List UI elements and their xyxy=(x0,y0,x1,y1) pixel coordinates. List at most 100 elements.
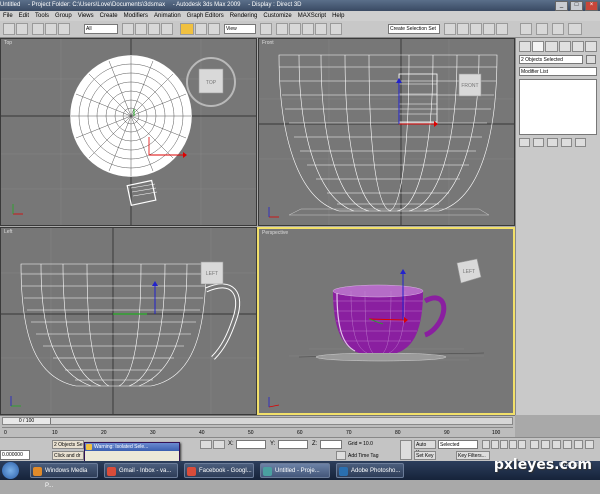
key-mode-select[interactable]: Selected xyxy=(438,440,478,449)
schematic-view-icon[interactable] xyxy=(496,23,508,35)
viewcube-label[interactable]: FRONT xyxy=(461,83,478,89)
lock-selection-icon[interactable] xyxy=(200,440,212,449)
reference-coordinate-select[interactable]: View xyxy=(224,24,256,34)
pan-icon[interactable] xyxy=(574,440,583,449)
mirror-icon[interactable] xyxy=(444,23,456,35)
menu-group[interactable]: Group xyxy=(52,13,75,19)
set-key-button[interactable]: Set Key xyxy=(414,451,436,460)
menu-modifiers[interactable]: Modifiers xyxy=(121,13,151,19)
key-filters-button[interactable]: Key Filters... xyxy=(456,451,490,460)
make-unique-icon[interactable] xyxy=(547,138,558,147)
object-color-swatch[interactable] xyxy=(586,55,596,64)
maxscript-listener-field[interactable]: 0.000000 Ed xyxy=(0,450,30,467)
auto-key-button[interactable]: Auto Key xyxy=(414,440,436,456)
redo-icon[interactable] xyxy=(16,23,28,35)
track-bar[interactable]: 0 10 20 30 40 50 60 70 80 90 100 xyxy=(2,427,513,437)
percent-snap-icon[interactable] xyxy=(302,23,314,35)
spinner-snap-icon[interactable] xyxy=(315,23,327,35)
add-time-tag-button[interactable]: Add Time Tag xyxy=(348,453,378,459)
zoom-all-icon[interactable] xyxy=(541,440,550,449)
key-icon[interactable] xyxy=(400,440,412,460)
z-coordinate-field[interactable] xyxy=(320,440,342,449)
menu-edit[interactable]: Edit xyxy=(16,13,32,19)
menu-animation[interactable]: Animation xyxy=(151,13,184,19)
utilities-tab-icon[interactable] xyxy=(584,41,598,52)
taskbar-item[interactable]: Gmail - Inbox - va... xyxy=(104,463,178,478)
close-button[interactable]: × xyxy=(585,1,598,11)
select-object-icon[interactable] xyxy=(122,23,134,35)
window-crossing-icon[interactable] xyxy=(161,23,173,35)
go-to-end-icon[interactable] xyxy=(518,440,526,449)
viewcube-label[interactable]: TOP xyxy=(206,80,217,86)
remove-modifier-icon[interactable] xyxy=(561,138,572,147)
zoom-extents-icon[interactable] xyxy=(552,440,561,449)
scale-icon[interactable] xyxy=(208,23,220,35)
viewcube-label[interactable]: LEFT xyxy=(463,269,475,275)
x-coordinate-field[interactable] xyxy=(236,440,266,449)
edit-named-selections-icon[interactable] xyxy=(330,23,342,35)
configure-modifier-sets-icon[interactable] xyxy=(575,138,586,147)
named-selection-set-select[interactable]: Create Selection Set xyxy=(388,24,440,34)
menu-customize[interactable]: Customize xyxy=(260,13,294,19)
menu-create[interactable]: Create xyxy=(97,13,121,19)
menu-file[interactable]: File xyxy=(0,13,16,19)
render-setup-icon[interactable] xyxy=(536,23,548,35)
field-of-view-icon[interactable] xyxy=(563,440,572,449)
zoom-icon[interactable] xyxy=(530,440,539,449)
minimize-button[interactable]: _ xyxy=(555,1,568,11)
show-end-result-icon[interactable] xyxy=(533,138,544,147)
object-name-field[interactable]: 2 Objects Selected xyxy=(519,55,583,64)
viewcube-label[interactable]: LEFT xyxy=(206,271,218,277)
menu-maxscript[interactable]: MAXScript xyxy=(295,13,329,19)
viewport-front[interactable]: Front FRONT xyxy=(258,38,515,226)
hierarchy-tab-icon[interactable] xyxy=(545,41,558,52)
undo-icon[interactable] xyxy=(3,23,15,35)
menu-tools[interactable]: Tools xyxy=(32,13,52,19)
pivot-icon[interactable] xyxy=(260,23,272,35)
time-tag-icon[interactable] xyxy=(336,451,346,460)
start-button-icon[interactable] xyxy=(2,462,19,479)
align-icon[interactable] xyxy=(457,23,469,35)
angle-snap-icon[interactable] xyxy=(289,23,301,35)
unlink-icon[interactable] xyxy=(45,23,57,35)
time-slider-track[interactable]: 0 / 100 xyxy=(2,417,513,425)
orbit-icon[interactable] xyxy=(585,440,594,449)
absolute-mode-icon[interactable] xyxy=(213,440,225,449)
curve-editor-icon[interactable] xyxy=(483,23,495,35)
maximize-button[interactable]: □ xyxy=(570,1,583,11)
taskbar-item[interactable]: Untitled - Proje... xyxy=(260,463,330,478)
motion-tab-icon[interactable] xyxy=(558,41,571,52)
display-tab-icon[interactable] xyxy=(571,41,584,52)
menu-views[interactable]: Views xyxy=(75,13,97,19)
move-icon[interactable] xyxy=(180,23,194,35)
rendered-frame-window-icon[interactable] xyxy=(552,23,564,35)
modify-tab-icon[interactable] xyxy=(532,41,545,52)
link-icon[interactable] xyxy=(32,23,44,35)
viewport-left[interactable]: Left LEFT xyxy=(0,227,257,415)
create-tab-icon[interactable] xyxy=(519,41,532,52)
modifier-list-select[interactable]: Modifier List xyxy=(519,67,597,76)
layer-manager-icon[interactable] xyxy=(470,23,482,35)
snap-toggle-icon[interactable] xyxy=(276,23,288,35)
taskbar-item[interactable]: Windows Media P... xyxy=(30,463,98,489)
go-to-start-icon[interactable] xyxy=(482,440,490,449)
render-teapot-icon[interactable] xyxy=(568,23,582,35)
previous-frame-icon[interactable] xyxy=(491,440,499,449)
rectangle-selection-icon[interactable] xyxy=(148,23,160,35)
menu-help[interactable]: Help xyxy=(329,13,347,19)
material-editor-icon[interactable] xyxy=(520,23,532,35)
pin-stack-icon[interactable] xyxy=(519,138,530,147)
viewport-perspective[interactable]: Perspective LEFT xyxy=(257,227,515,415)
select-by-name-icon[interactable] xyxy=(135,23,147,35)
viewport-top[interactable]: Top TOP xyxy=(0,38,257,226)
bind-space-warp-icon[interactable] xyxy=(58,23,70,35)
modifier-stack[interactable] xyxy=(519,79,597,135)
rotate-icon[interactable] xyxy=(195,23,207,35)
menu-graph-editors[interactable]: Graph Editors xyxy=(184,13,227,19)
next-frame-icon[interactable] xyxy=(509,440,517,449)
play-icon[interactable] xyxy=(500,440,508,449)
time-slider-thumb[interactable]: 0 / 100 xyxy=(3,418,51,424)
y-coordinate-field[interactable] xyxy=(278,440,308,449)
warning-tooltip[interactable]: Warning: Isolated Sele... xyxy=(84,442,180,462)
selection-filter-select[interactable]: All xyxy=(84,24,118,34)
